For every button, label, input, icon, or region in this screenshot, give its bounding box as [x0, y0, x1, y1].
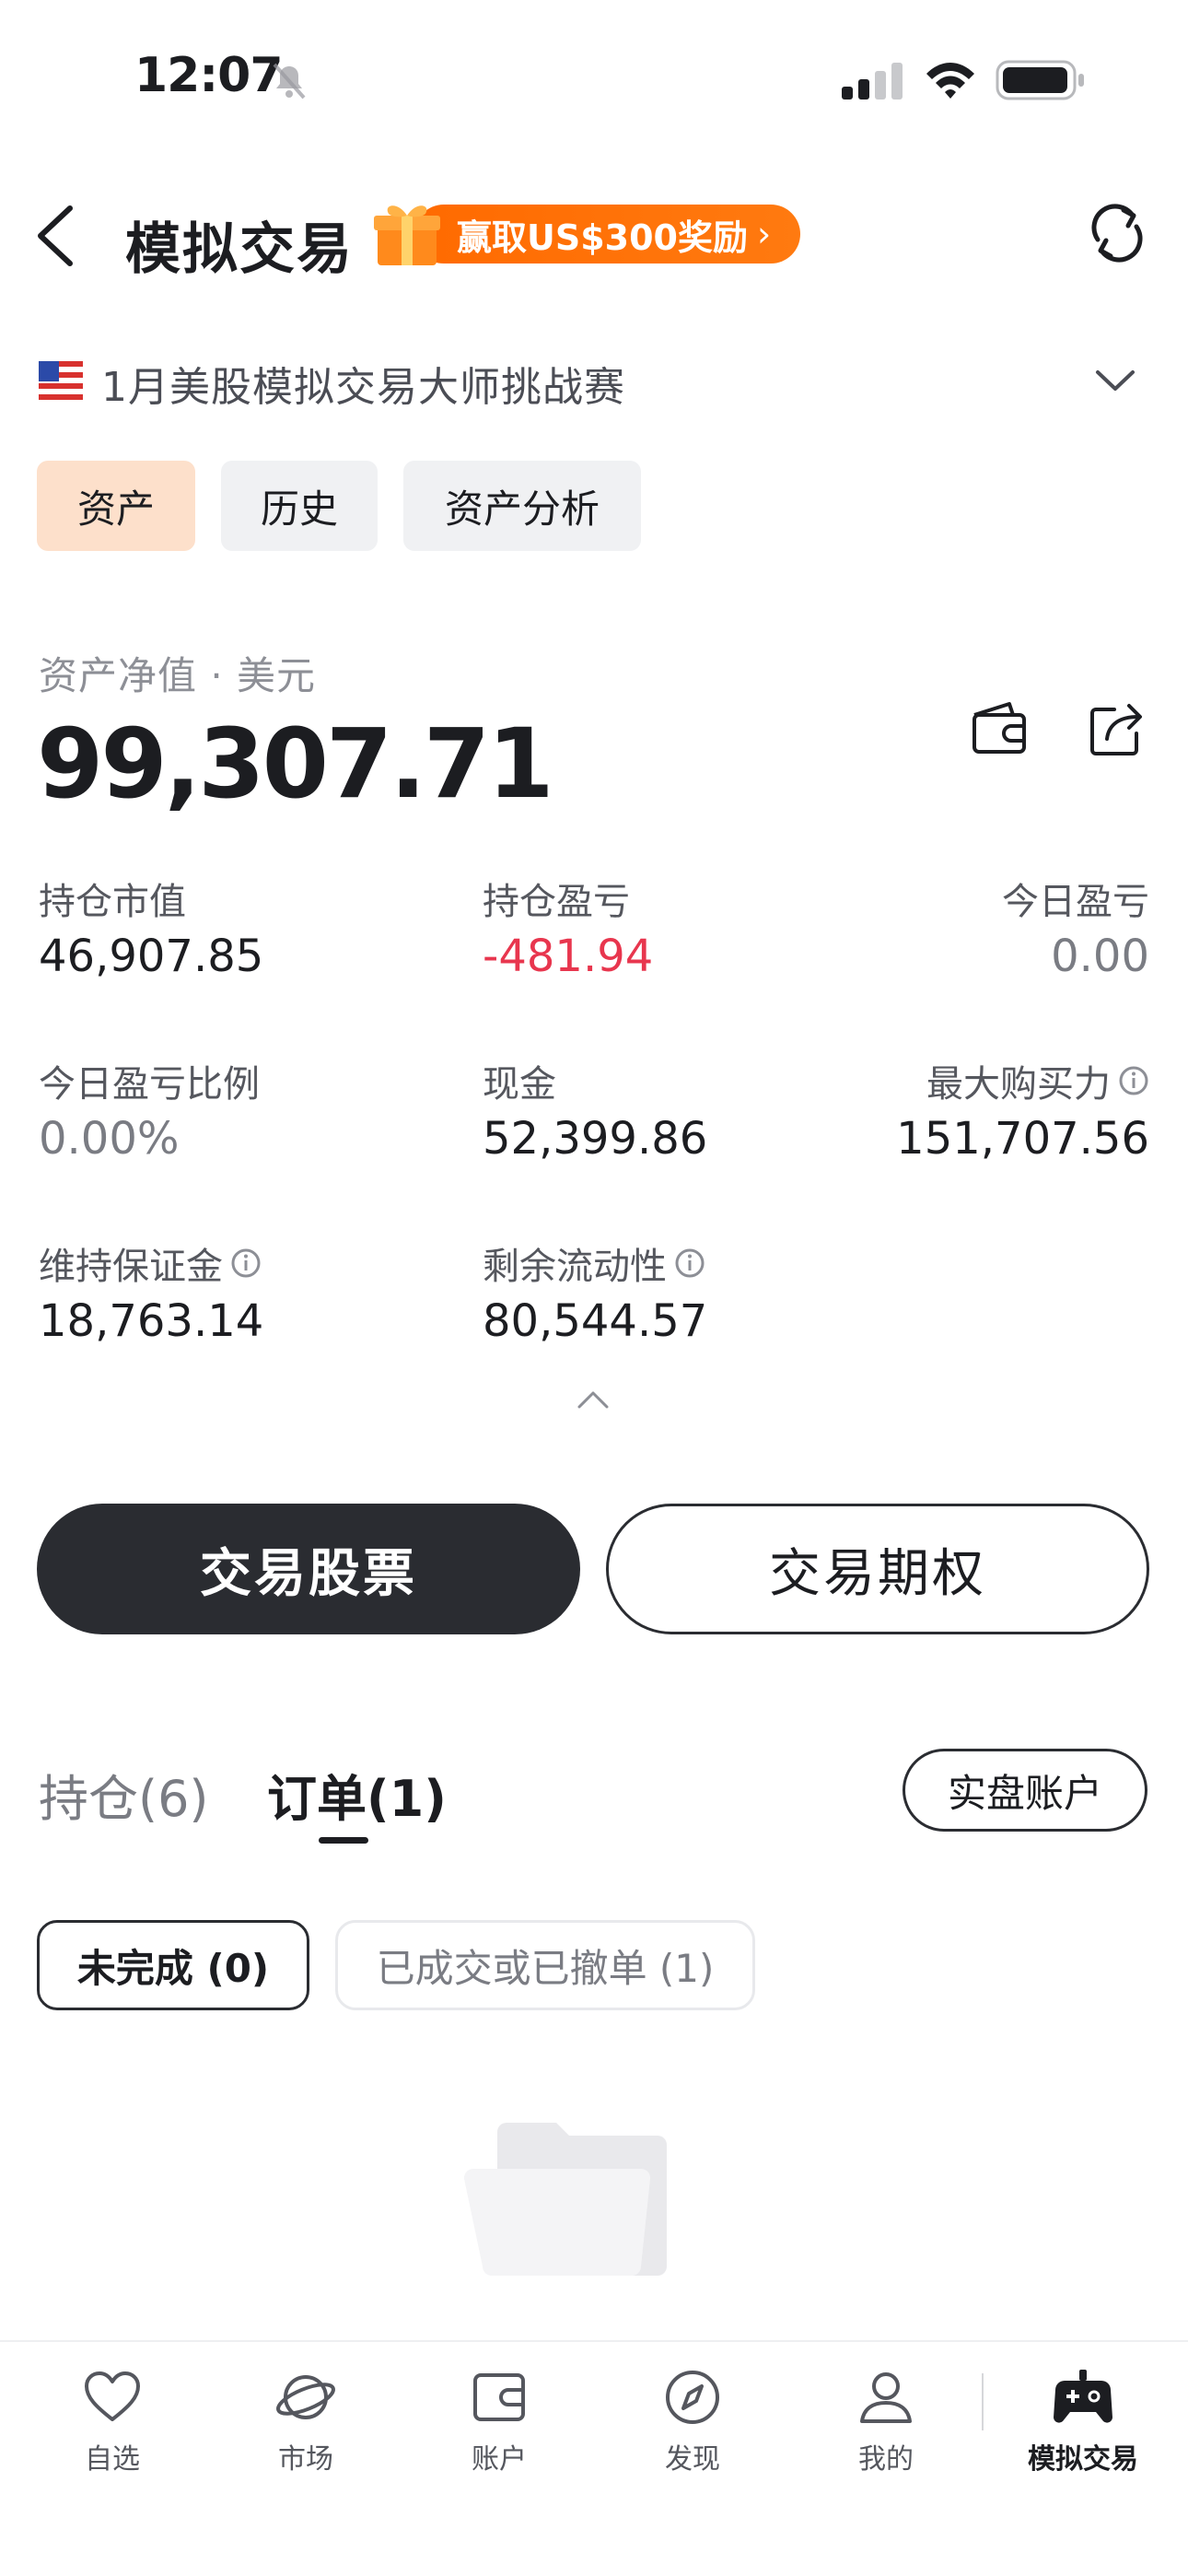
metric-maintenance-margin-label: 维持保证金: [39, 1246, 223, 1288]
bottom-nav: 自选 市场 账户 发现 我的 模拟交易: [0, 2340, 1188, 2576]
nav-paper-trading[interactable]: 模拟交易: [1009, 2366, 1157, 2476]
nav-label: 我的: [858, 2443, 914, 2476]
gift-icon: [374, 205, 440, 265]
metric-buying-power: 151,707.56: [896, 1113, 1149, 1165]
nav-watchlist[interactable]: 自选: [39, 2366, 186, 2476]
metric-position-pnl-label: 持仓盈亏: [483, 881, 630, 923]
metric-position-value: 46,907.85: [39, 931, 264, 982]
promo-label: 赢取US$300奖励: [457, 217, 748, 258]
wallet-transfer-icon[interactable]: [969, 698, 1030, 759]
metric-today-pnl-label: 今日盈亏: [1002, 881, 1149, 923]
trade-option-button[interactable]: 交易期权: [606, 1504, 1149, 1634]
metric-today-pnl: 0.00: [1051, 931, 1149, 982]
nav-label: 发现: [665, 2443, 720, 2476]
promo-chevron: ›: [757, 214, 772, 254]
tab-orders[interactable]: 订单(1): [267, 1758, 447, 1831]
gamepad-icon: [1054, 2370, 1112, 2423]
nav-label: 市场: [278, 2443, 333, 2476]
tab-orders-indicator: [319, 1837, 368, 1844]
share-icon[interactable]: [1087, 698, 1147, 759]
person-icon: [860, 2372, 912, 2423]
wifi-icon: [926, 63, 974, 99]
metric-maintenance-margin-header[interactable]: 维持保证金: [39, 1236, 262, 1290]
metric-buying-power-label: 最大购买力: [926, 1063, 1111, 1106]
page-title: 模拟交易: [125, 217, 354, 282]
nav-label: 账户: [472, 2443, 527, 2476]
nav-market[interactable]: 市场: [232, 2366, 379, 2476]
metric-maintenance-margin: 18,763.14: [39, 1295, 264, 1347]
compass-icon: [666, 2371, 719, 2424]
planet-icon: [276, 2375, 335, 2419]
nav-divider: [982, 2373, 984, 2430]
metric-buying-power-header[interactable]: 最大购买力: [926, 1054, 1149, 1107]
tab-history[interactable]: 历史: [221, 461, 378, 551]
back-arrow-icon[interactable]: [35, 205, 76, 267]
nav-label: 自选: [85, 2443, 140, 2476]
info-icon[interactable]: [1118, 1065, 1149, 1096]
metric-excess-liquidity-label: 剩余流动性: [483, 1246, 667, 1288]
metric-cash: 52,399.86: [483, 1113, 708, 1165]
bell-muted-icon: [273, 63, 306, 100]
nav-account[interactable]: 账户: [425, 2366, 573, 2476]
net-value: 99,307.71: [37, 708, 554, 820]
metric-position-pnl: -481.94: [483, 931, 654, 982]
nav-label: 模拟交易: [1028, 2443, 1138, 2476]
promo-banner[interactable]: 赢取US$300奖励 ›: [372, 195, 801, 273]
nav-discover[interactable]: 发现: [619, 2366, 766, 2476]
chevron-up-icon[interactable]: [577, 1389, 610, 1410]
net-value-label: 资产净值 · 美元: [39, 653, 317, 698]
metric-excess-liquidity: 80,544.57: [483, 1295, 708, 1347]
tab-assets[interactable]: 资产: [37, 461, 195, 551]
refresh-icon[interactable]: [1087, 203, 1147, 263]
tab-positions[interactable]: 持仓(6): [39, 1758, 209, 1831]
tab-asset-analysis[interactable]: 资产分析: [403, 461, 641, 551]
wallet-icon: [473, 2373, 525, 2421]
empty-folder-icon: [463, 2123, 667, 2276]
filter-filled-or-cancelled[interactable]: 已成交或已撤单 (1): [335, 1920, 755, 2010]
heart-icon: [85, 2371, 140, 2421]
info-icon[interactable]: [230, 1247, 262, 1279]
info-icon[interactable]: [674, 1247, 705, 1279]
metric-today-pnl-ratio-label: 今日盈亏比例: [39, 1063, 260, 1106]
status-time: 12:07: [134, 48, 284, 103]
nav-me[interactable]: 我的: [812, 2366, 960, 2476]
competition-name[interactable]: 1月美股模拟交易大师挑战赛: [101, 354, 625, 413]
battery-icon: [996, 60, 1084, 100]
real-account-button[interactable]: 实盘账户: [903, 1749, 1147, 1832]
metric-position-value-label: 持仓市值: [39, 881, 186, 923]
metric-excess-liquidity-header[interactable]: 剩余流动性: [483, 1236, 705, 1290]
us-flag-icon: [39, 361, 83, 402]
metric-cash-label: 现金: [483, 1063, 556, 1106]
cellular-signal-icon: [842, 63, 903, 100]
metric-today-pnl-ratio: 0.00%: [39, 1113, 180, 1165]
chevron-down-icon[interactable]: [1094, 367, 1136, 394]
trade-stock-button[interactable]: 交易股票: [37, 1504, 580, 1634]
filter-incomplete[interactable]: 未完成 (0): [37, 1920, 309, 2010]
